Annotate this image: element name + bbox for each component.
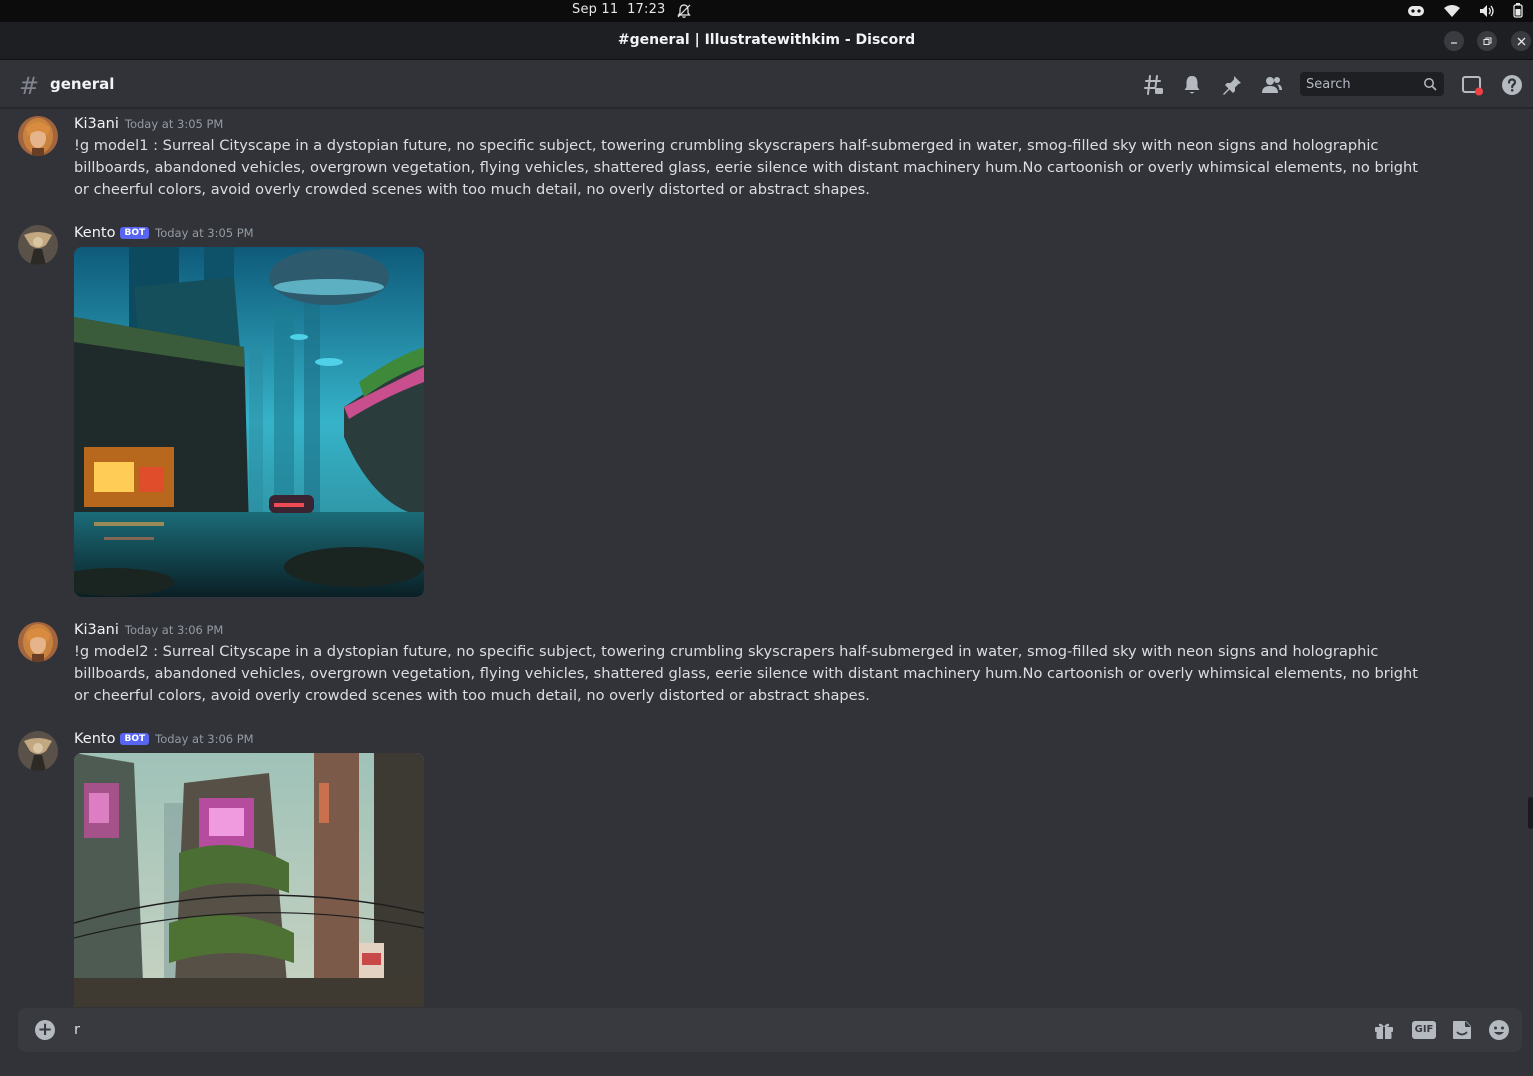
window-title-bar[interactable]: #general | Illustratewithkim - Discord xyxy=(0,22,1533,60)
author-name[interactable]: Kento xyxy=(74,225,115,241)
pinned-messages-icon[interactable] xyxy=(1220,73,1244,97)
message-header: Ki3ani Today at 3:05 PM xyxy=(74,116,223,132)
minimize-icon xyxy=(1451,42,1457,44)
message-timestamp[interactable]: Today at 3:06 PM xyxy=(155,732,253,746)
search-icon xyxy=(1424,78,1437,91)
author-name[interactable]: Kento xyxy=(74,731,115,747)
search-input[interactable] xyxy=(1306,75,1418,93)
member-list-icon[interactable] xyxy=(1260,73,1284,97)
message-input[interactable] xyxy=(74,1019,1354,1041)
message-header: Kento BOT Today at 3:06 PM xyxy=(74,731,254,747)
discord-tray-icon[interactable] xyxy=(1407,4,1425,18)
os-time: 17:23 xyxy=(627,2,666,17)
close-button[interactable] xyxy=(1511,31,1531,51)
channel-header: # general xyxy=(0,60,1533,108)
notification-settings-icon[interactable] xyxy=(1180,73,1204,97)
avatar[interactable] xyxy=(18,225,58,265)
message-composer[interactable]: + GIF xyxy=(18,1008,1522,1052)
volume-icon[interactable] xyxy=(1479,4,1495,18)
plus-icon: + xyxy=(37,1019,53,1040)
channel-hash-icon: # xyxy=(19,72,40,100)
author-name[interactable]: Ki3ani xyxy=(74,116,119,132)
restore-button[interactable] xyxy=(1477,31,1497,51)
os-top-bar: Sep 11 17:23 xyxy=(0,0,1533,22)
restore-icon xyxy=(1483,37,1491,45)
message-content: !g model1 : Surreal Cityscape in a dysto… xyxy=(74,137,1419,198)
channel-name: general xyxy=(50,75,115,93)
author-name[interactable]: Ki3ani xyxy=(74,622,119,638)
message-content: !g model2 : Surreal Cityscape in a dysto… xyxy=(74,643,1419,704)
battery-icon[interactable] xyxy=(1513,3,1523,18)
upload-button[interactable]: + xyxy=(35,1020,55,1040)
avatar[interactable] xyxy=(18,116,58,156)
minimize-button[interactable] xyxy=(1444,31,1464,51)
help-icon[interactable] xyxy=(1500,73,1524,97)
gif-button[interactable]: GIF xyxy=(1412,1021,1436,1039)
message-header: Kento BOT Today at 3:05 PM xyxy=(74,225,254,241)
avatar[interactable] xyxy=(18,731,58,771)
image-attachment[interactable] xyxy=(74,753,424,1007)
message-timestamp[interactable]: Today at 3:05 PM xyxy=(125,117,223,131)
message-timestamp[interactable]: Today at 3:05 PM xyxy=(155,226,253,240)
bot-badge: BOT xyxy=(120,733,150,745)
sticker-icon[interactable] xyxy=(1450,1018,1474,1042)
emoji-icon[interactable] xyxy=(1487,1018,1511,1042)
os-date: Sep 11 xyxy=(572,2,619,17)
os-clock[interactable]: Sep 11 17:23 xyxy=(572,2,666,17)
search-box[interactable] xyxy=(1300,72,1444,96)
flooded-neon-city-image xyxy=(74,247,424,597)
avatar[interactable] xyxy=(18,622,58,662)
message-list[interactable]: Ki3ani Today at 3:05 PM !g model1 : Surre… xyxy=(0,109,1533,1007)
image-attachment[interactable] xyxy=(74,247,424,597)
threads-icon[interactable] xyxy=(1141,73,1165,97)
message-header: Ki3ani Today at 3:06 PM xyxy=(74,622,223,638)
notifications-muted-icon[interactable] xyxy=(676,3,692,19)
scrollbar-thumb[interactable] xyxy=(1528,797,1533,829)
overgrown-ruined-city-image xyxy=(74,753,424,1007)
bot-badge: BOT xyxy=(120,227,150,239)
close-icon xyxy=(1517,37,1525,45)
inbox-icon[interactable] xyxy=(1460,73,1484,97)
window-title: #general | Illustratewithkim - Discord xyxy=(617,32,916,48)
message-timestamp[interactable]: Today at 3:06 PM xyxy=(125,623,223,637)
wifi-icon[interactable] xyxy=(1443,4,1461,18)
gift-icon[interactable] xyxy=(1372,1018,1396,1042)
